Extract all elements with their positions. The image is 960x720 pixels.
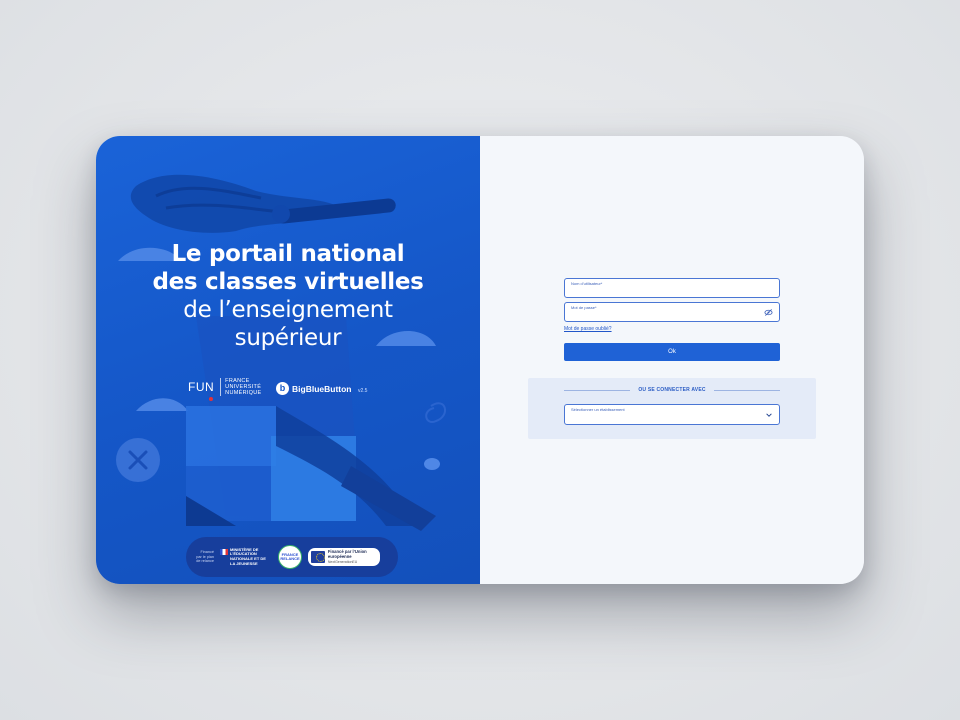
eu-funding-badge: Financé par l’Union européenne NextGener… bbox=[308, 548, 380, 566]
headline-line-4: supérieur bbox=[234, 325, 342, 351]
divider-label: OU SE CONNECTER AVEC bbox=[638, 387, 706, 393]
fun-mark-text: FUN bbox=[188, 380, 215, 394]
headline-line-3: de l’enseignement bbox=[183, 297, 393, 323]
bigbluebutton-logo: b BigBlueButton bbox=[276, 382, 352, 395]
eu-nextgen-text: NextGenerationEU bbox=[327, 559, 358, 564]
fun-logo: FUN FRANCE UNIVERSITÉ NUMÉRIQUE bbox=[188, 378, 264, 401]
ok-button[interactable]: Ok bbox=[564, 343, 780, 361]
username-field[interactable]: Nom d’utilisateur* bbox=[564, 278, 780, 298]
login-panel: Nom d’utilisateur* Mot de passe* Mot de … bbox=[480, 136, 864, 584]
divider-left bbox=[564, 390, 630, 391]
institution-select[interactable]: Sélectionner un établissement bbox=[564, 404, 780, 425]
institution-select-label: Sélectionner un établissement bbox=[571, 407, 625, 412]
france-relance-text: FRANCE RELANCE bbox=[280, 552, 300, 561]
bigbluebutton-icon: b bbox=[276, 382, 289, 395]
france-relance-logo: FRANCE RELANCE bbox=[278, 545, 302, 569]
alternative-login-section: OU SE CONNECTER AVEC Sélectionner un éta… bbox=[528, 378, 816, 439]
password-label: Mot de passe* bbox=[571, 305, 597, 310]
eye-slash-icon[interactable] bbox=[764, 308, 773, 317]
headline-line-2: des classes virtuelles bbox=[152, 269, 424, 295]
fun-wordmark: FRANCE UNIVERSITÉ NUMÉRIQUE bbox=[220, 378, 264, 396]
eu-flag-icon bbox=[311, 551, 325, 563]
hero-headline: Le portail national des classes virtuell… bbox=[96, 240, 480, 352]
bigbluebutton-version: v2.5 bbox=[358, 388, 368, 394]
hero-panel: Le portail national des classes virtuell… bbox=[96, 136, 480, 584]
password-field[interactable]: Mot de passe* bbox=[564, 302, 780, 322]
divider-right bbox=[714, 390, 780, 391]
chevron-down-icon bbox=[766, 413, 772, 417]
plan-relance-text: Financé par le plan de relance bbox=[196, 550, 214, 564]
forgot-password-link[interactable]: Mot de passe oublié? bbox=[564, 326, 612, 332]
ministry-logo: MINISTÈRE DE L’ÉDUCATION NATIONALE ET DE… bbox=[220, 546, 272, 566]
bigbluebutton-name: BigBlueButton bbox=[292, 383, 352, 394]
partners-banner: Financé par le plan de relance MINISTÈRE… bbox=[186, 537, 398, 577]
eu-funding-text: Financé par l’Union européenne bbox=[327, 549, 367, 559]
username-label: Nom d’utilisateur* bbox=[571, 281, 603, 286]
french-flag-icon bbox=[220, 548, 228, 555]
login-card: Le portail national des classes virtuell… bbox=[96, 136, 864, 584]
hero-illustration bbox=[116, 174, 456, 531]
ministry-text: MINISTÈRE DE L’ÉDUCATION NATIONALE ET DE… bbox=[230, 546, 266, 566]
headline-line-1: Le portail national bbox=[171, 241, 405, 267]
fun-dot-icon bbox=[209, 397, 213, 401]
